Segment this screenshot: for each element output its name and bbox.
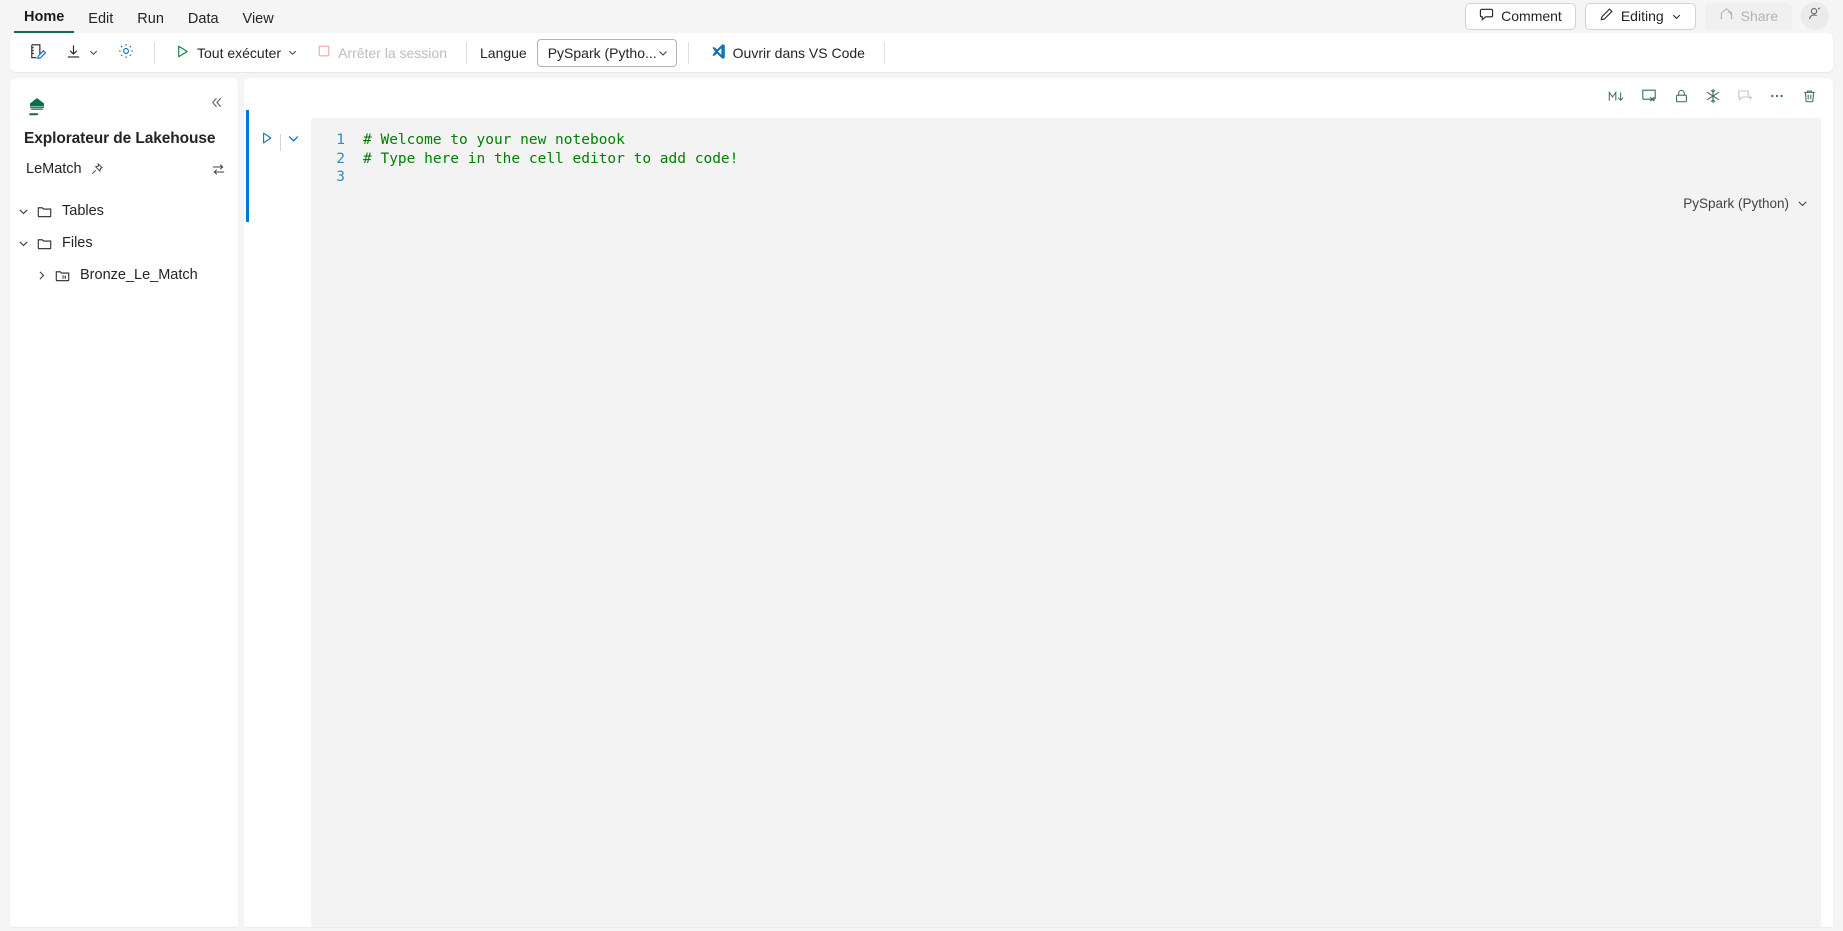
- tree-item-label: Files: [62, 235, 93, 251]
- comment-button[interactable]: Comment: [1465, 2, 1576, 30]
- editing-label: Editing: [1620, 8, 1664, 24]
- tree-item-tables[interactable]: Tables: [10, 195, 238, 227]
- tree-item-label: Tables: [62, 203, 104, 219]
- comment-icon: [1479, 7, 1494, 25]
- notebook-cell: 1 2 3 # Welcome to your new notebook # T…: [244, 110, 1833, 927]
- menu-tab-view[interactable]: View: [233, 11, 284, 33]
- toolbar-divider: [466, 41, 467, 64]
- folder-icon: [36, 203, 53, 220]
- gutter-divider: [280, 134, 281, 151]
- line-number-gutter: 1 2 3: [311, 131, 363, 187]
- chevron-right-icon[interactable]: [28, 269, 54, 282]
- open-in-vscode-label: Ouvrir dans VS Code: [732, 44, 865, 61]
- gear-icon: [117, 42, 135, 63]
- swap-lakehouse-icon[interactable]: [211, 162, 226, 177]
- run-cell-icon[interactable]: [259, 130, 275, 146]
- cell-editor[interactable]: 1 2 3 # Welcome to your new notebook # T…: [311, 118, 1821, 927]
- chevron-down-icon: [1796, 197, 1809, 210]
- tree-item-files[interactable]: Files: [10, 227, 238, 259]
- editing-mode-button[interactable]: Editing: [1584, 2, 1696, 30]
- lock-icon[interactable]: [1667, 83, 1695, 109]
- menu-tab-data[interactable]: Data: [178, 11, 229, 33]
- cell-options-chevron-icon[interactable]: [286, 131, 301, 146]
- status-bar: Non connecté 1 de 1 cellule: [0, 927, 1843, 931]
- more-options-icon[interactable]: [1763, 83, 1791, 109]
- chevron-down-icon[interactable]: [10, 205, 36, 218]
- language-value: PySpark (Pytho...: [547, 44, 657, 61]
- menu-tab-edit[interactable]: Edit: [78, 11, 123, 33]
- add-comment-icon[interactable]: [1731, 83, 1759, 109]
- run-all-label: Tout exécuter: [197, 44, 282, 61]
- stop-session-button[interactable]: Arrêter la session: [308, 38, 455, 68]
- vscode-icon: [708, 42, 727, 64]
- person-icon: [1807, 6, 1823, 27]
- notebook-edit-icon-button[interactable]: [20, 38, 55, 68]
- language-label: Langue: [480, 44, 527, 61]
- code-line: # Welcome to your new notebook: [363, 132, 625, 148]
- notebook-edit-icon: [28, 42, 47, 64]
- cell-gutter: [249, 110, 311, 927]
- open-in-vscode-button[interactable]: Ouvrir dans VS Code: [700, 38, 873, 68]
- toolbar-divider: [154, 41, 155, 64]
- shortcut-folder-icon: [54, 267, 71, 284]
- cell-language-label: PySpark (Python): [1683, 196, 1789, 211]
- lakehouse-logo-icon: [26, 94, 50, 120]
- account-avatar-button[interactable]: [1801, 2, 1829, 30]
- cell-language-select[interactable]: PySpark (Python): [311, 191, 1821, 217]
- toolbar-divider: [883, 41, 885, 64]
- chevron-down-icon: [657, 47, 669, 59]
- code-line: # Type here in the cell editor to add co…: [363, 150, 739, 167]
- line-number: 1: [336, 132, 345, 148]
- toolbar-container: Tout exécuter Arrêter la session Langue …: [0, 33, 1843, 72]
- freeze-icon[interactable]: [1699, 83, 1727, 109]
- notebook-toolbar: Tout exécuter Arrêter la session Langue …: [10, 33, 1833, 72]
- chevron-down-icon[interactable]: [10, 237, 36, 250]
- menu-bar: Home Edit Run Data View Comment Editing: [0, 0, 1843, 33]
- notebook-canvas: 1 2 3 # Welcome to your new notebook # T…: [244, 78, 1833, 927]
- menu-tab-run[interactable]: Run: [127, 11, 174, 33]
- convert-to-markdown-icon[interactable]: [1603, 83, 1631, 109]
- main-body: Explorateur de Lakehouse LeMatch Tables …: [0, 72, 1843, 927]
- share-label: Share: [1740, 8, 1778, 24]
- line-number: 2: [336, 150, 345, 167]
- code-area[interactable]: 1 2 3 # Welcome to your new notebook # T…: [311, 118, 1821, 191]
- language-select[interactable]: PySpark (Pytho...: [536, 38, 677, 67]
- code-lines: # Welcome to your new notebook # Type he…: [363, 131, 1821, 187]
- line-number: 3: [336, 169, 345, 185]
- lakehouse-name: LeMatch: [26, 161, 82, 177]
- pencil-icon: [1599, 7, 1614, 25]
- lakehouse-explorer-panel: Explorateur de Lakehouse LeMatch Tables …: [10, 78, 238, 927]
- page-title: Explorateur de Lakehouse: [24, 130, 216, 147]
- run-all-button[interactable]: Tout exécuter: [166, 38, 306, 68]
- menu-tab-home[interactable]: Home: [14, 9, 75, 33]
- folder-icon: [36, 235, 53, 252]
- clear-output-icon[interactable]: [1635, 83, 1663, 109]
- collapse-sidebar-button[interactable]: [204, 90, 228, 114]
- toolbar-divider: [687, 41, 689, 64]
- menu-bar-actions: Comment Editing Share: [1465, 2, 1829, 33]
- stop-icon: [316, 43, 332, 62]
- lakehouse-tree: Tables Files Bronze_Le_Match: [10, 195, 238, 291]
- settings-button[interactable]: [109, 38, 143, 68]
- chevron-down-icon: [287, 47, 298, 58]
- tree-item-bronze-le-match[interactable]: Bronze_Le_Match: [10, 259, 238, 291]
- delete-cell-icon[interactable]: [1795, 83, 1823, 109]
- lakehouse-selector[interactable]: LeMatch: [26, 161, 226, 177]
- pin-icon[interactable]: [90, 162, 104, 176]
- play-icon: [174, 43, 191, 63]
- cell-action-toolbar: [244, 78, 1833, 110]
- download-button[interactable]: [57, 38, 107, 68]
- tree-item-label: Bronze_Le_Match: [80, 267, 198, 283]
- chevron-down-icon: [88, 47, 99, 58]
- stop-session-label: Arrêter la session: [338, 44, 447, 61]
- comment-label: Comment: [1501, 8, 1562, 24]
- share-button[interactable]: Share: [1704, 2, 1792, 30]
- chevron-down-icon: [1671, 11, 1682, 22]
- download-icon: [65, 43, 82, 63]
- share-icon: [1719, 7, 1734, 25]
